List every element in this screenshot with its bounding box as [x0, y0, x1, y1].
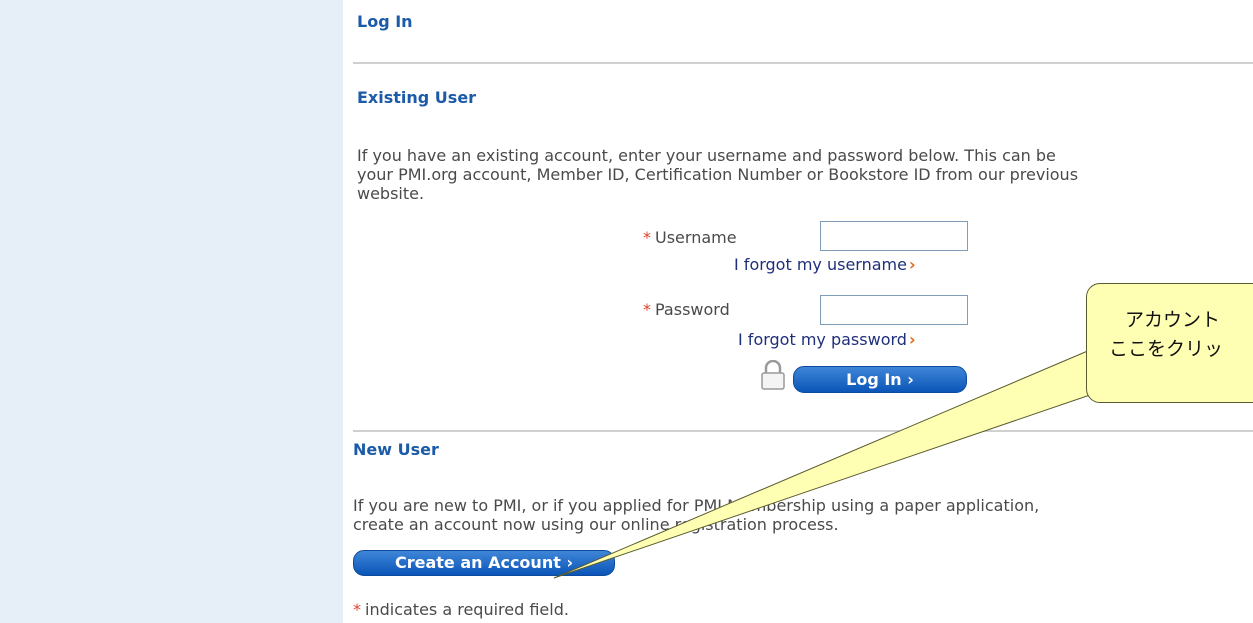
callout-line: 登	[1109, 364, 1253, 393]
description-line: If you have an existing account, enter y…	[357, 146, 1056, 165]
annotation-callout: アカウント ここをクリッ 登	[1086, 283, 1253, 403]
chevron-right-icon: ›	[908, 330, 916, 349]
existing-user-heading: Existing User	[357, 88, 477, 107]
lock-icon	[761, 360, 785, 390]
username-label: * Username	[643, 228, 737, 247]
chevron-right-icon: ›	[908, 255, 916, 274]
forgot-username-text: I forgot my username	[734, 255, 907, 274]
chevron-right-icon: ›	[566, 553, 574, 572]
login-button-label: Log In	[846, 370, 902, 389]
callout-line: ここをクリッ	[1109, 338, 1224, 360]
description-line: website.	[357, 184, 425, 203]
password-input[interactable]	[820, 295, 968, 325]
login-button[interactable]: Log In ›	[793, 366, 967, 393]
left-sidebar-panel	[0, 0, 343, 623]
required-note-text: indicates a required field.	[365, 600, 569, 619]
page-title: Log In	[357, 12, 413, 31]
forgot-username-link[interactable]: I forgot my username ›	[734, 255, 916, 274]
password-label: * Password	[643, 300, 730, 319]
required-marker: *	[643, 300, 651, 319]
forgot-password-text: I forgot my password	[738, 330, 907, 349]
forgot-password-link[interactable]: I forgot my password ›	[738, 330, 916, 349]
description-line: your PMI.org account, Member ID, Certifi…	[357, 165, 1079, 184]
create-account-label: Create an Account	[394, 553, 561, 572]
divider	[353, 430, 1253, 432]
required-field-note: * indicates a required field.	[353, 600, 569, 619]
required-marker: *	[353, 600, 361, 619]
new-user-description: If you are new to PMI, or if you applied…	[353, 496, 1039, 534]
divider	[353, 62, 1253, 64]
description-line: create an account now using our online r…	[353, 515, 839, 534]
existing-user-description: If you have an existing account, enter y…	[357, 146, 1078, 203]
create-account-button[interactable]: Create an Account ›	[353, 550, 615, 576]
username-label-text: Username	[655, 228, 737, 247]
chevron-right-icon: ›	[907, 370, 914, 389]
required-marker: *	[643, 228, 651, 247]
callout-line: アカウント	[1125, 309, 1221, 331]
password-label-text: Password	[655, 300, 730, 319]
new-user-heading: New User	[353, 440, 439, 459]
description-line: If you are new to PMI, or if you applied…	[353, 496, 1040, 515]
username-input[interactable]	[820, 221, 968, 251]
callout-text: アカウント ここをクリッ 登	[1109, 306, 1253, 393]
